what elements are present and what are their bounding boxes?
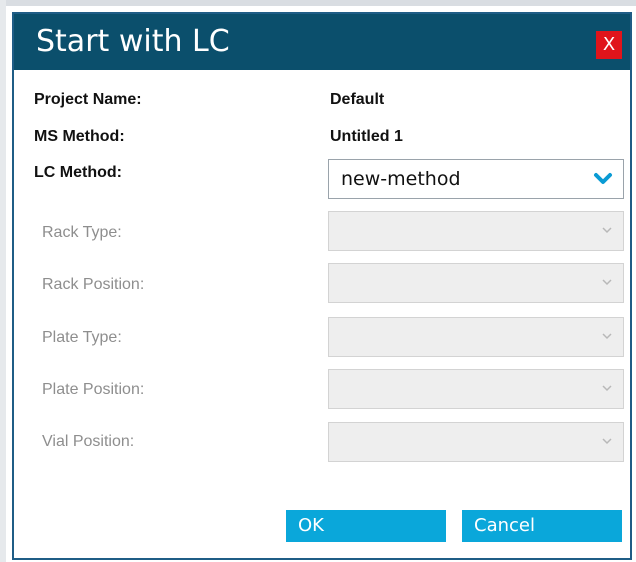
- project-name-label: Project Name:: [34, 91, 142, 108]
- rack-position-select: [328, 263, 624, 303]
- chevron-down-icon: [602, 333, 612, 340]
- chevron-down-icon: [602, 227, 612, 234]
- start-with-lc-dialog: Start with LC X Project Name: Default MS…: [12, 12, 632, 560]
- window-edge-top: [0, 0, 636, 6]
- plate-type-select: [328, 317, 624, 357]
- vial-position-label: Vial Position:: [42, 433, 135, 450]
- chevron-down-icon: [602, 438, 612, 445]
- vial-position-select: [328, 422, 624, 462]
- rack-type-select: [328, 211, 624, 251]
- rack-type-label: Rack Type:: [42, 224, 122, 241]
- rack-position-label: Rack Position:: [42, 276, 145, 293]
- lc-method-select[interactable]: new-method: [328, 159, 624, 199]
- dialog-titlebar: Start with LC X: [14, 14, 630, 70]
- plate-type-label: Plate Type:: [42, 329, 122, 346]
- dialog-title: Start with LC: [36, 24, 230, 59]
- ok-button[interactable]: OK: [286, 510, 446, 542]
- ms-method-label: MS Method:: [34, 128, 125, 145]
- lc-method-label: LC Method:: [34, 164, 122, 181]
- chevron-down-icon: [602, 279, 612, 286]
- close-button[interactable]: X: [596, 31, 622, 59]
- lc-method-selected-value: new-method: [341, 168, 461, 190]
- plate-position-select: [328, 369, 624, 409]
- ms-method-value: Untitled 1: [330, 128, 403, 145]
- plate-position-label: Plate Position:: [42, 381, 145, 398]
- cancel-button[interactable]: Cancel: [462, 510, 622, 542]
- window-edge-left: [0, 0, 6, 562]
- chevron-down-icon: [594, 173, 612, 184]
- chevron-down-icon: [602, 385, 612, 392]
- screen: Start with LC X Project Name: Default MS…: [0, 0, 636, 562]
- project-name-value: Default: [330, 91, 385, 108]
